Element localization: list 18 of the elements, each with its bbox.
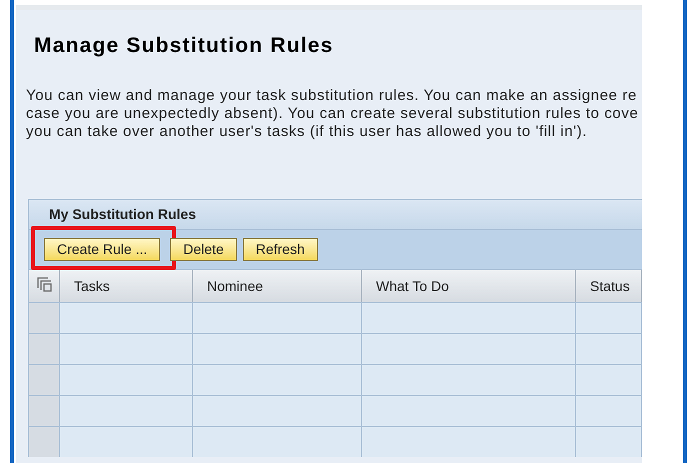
toolbar-button[interactable]: Delete	[170, 238, 237, 261]
description-text: case you are unexpectedly absent). You can create several substitution rules to cove	[26, 105, 638, 123]
table-title: My Substitution Rules	[49, 205, 196, 224]
row-selector[interactable]	[29, 427, 60, 457]
toolbar-button[interactable]: Refresh	[242, 238, 318, 261]
row-selector[interactable]	[29, 365, 60, 395]
description-text: You can view and manage your task substitution rules. You can make an assignee re	[26, 87, 637, 105]
column-header[interactable]: What To Do	[362, 270, 576, 302]
column-header[interactable]: Tasks	[60, 270, 193, 302]
row-selector[interactable]	[29, 396, 60, 426]
page-title: Manage Substitution Rules	[34, 34, 334, 58]
row-selector[interactable]	[29, 334, 60, 364]
row-selector[interactable]	[29, 303, 60, 333]
select-all-icon[interactable]	[36, 277, 52, 292]
column-header[interactable]: Nominee	[193, 270, 362, 302]
column-header[interactable]: Status	[576, 270, 642, 302]
description-text: you can take over another user's tasks (if this user has allowed you to 'fill in').	[26, 123, 588, 141]
toolbar-button[interactable]: Create Rule ...	[44, 238, 160, 261]
